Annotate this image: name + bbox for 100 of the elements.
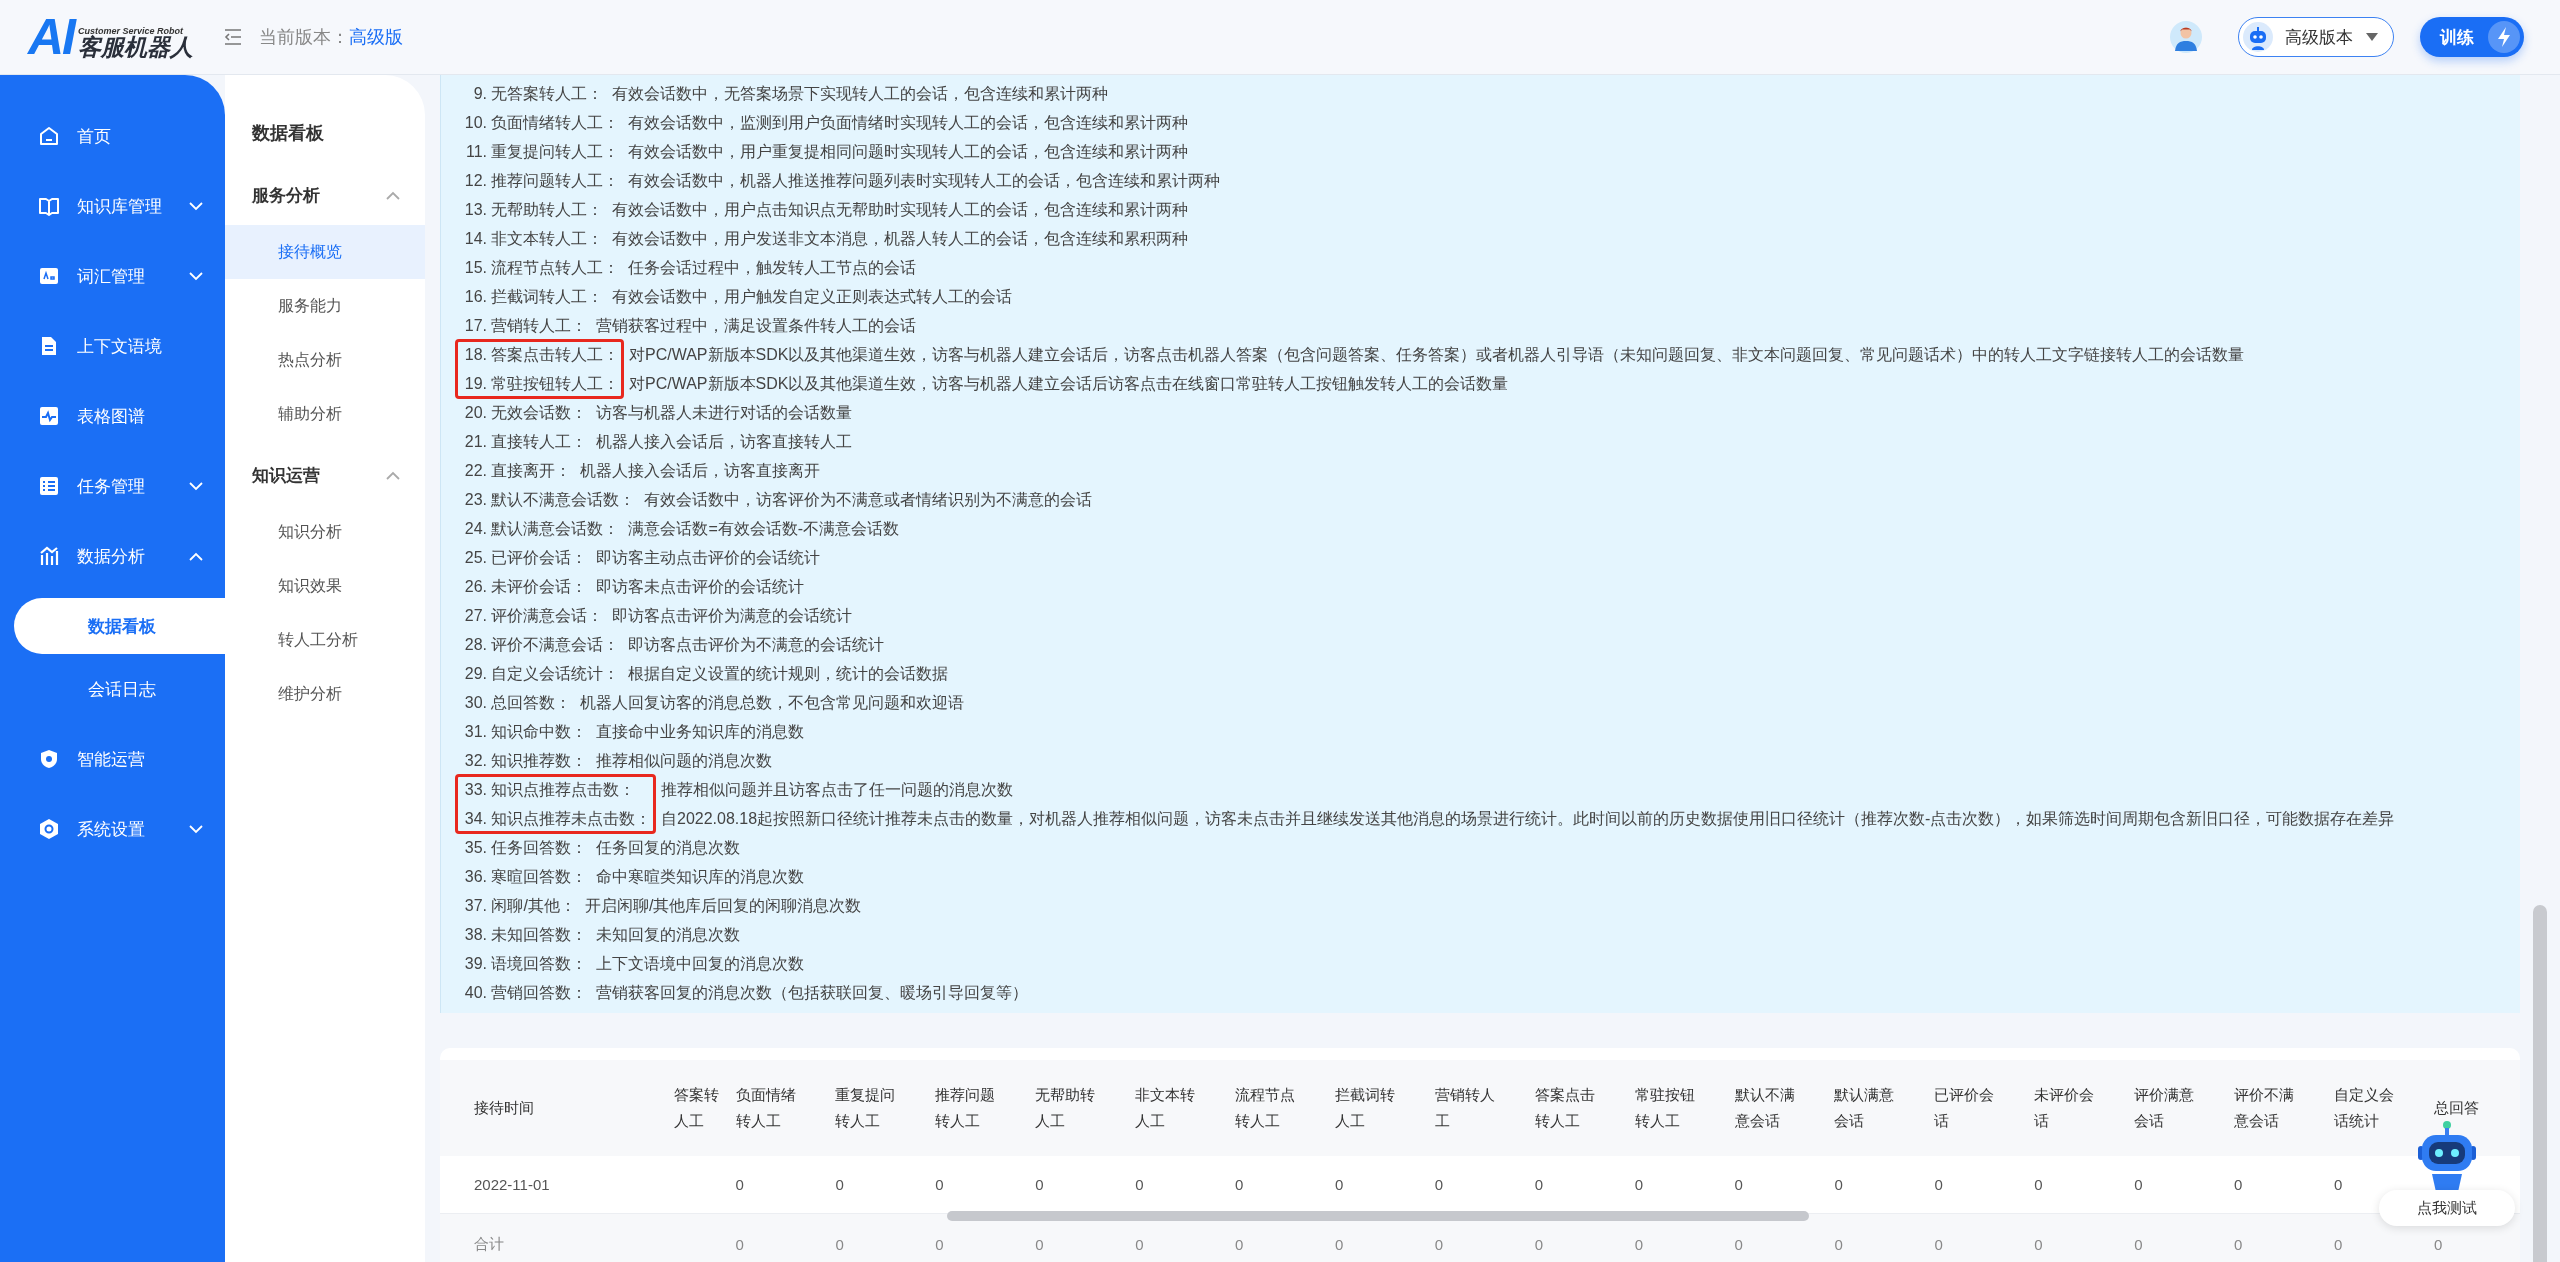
note-line: 20. 无效会话数： 访客与机器人未进行对话的会话数量 [463,403,854,423]
note-line: 38. 未知回答数： 未知回复的消息次数 [463,925,742,945]
table-cell: 0 [2020,1156,2121,1214]
column-header: 评价满意会话 [2134,1085,2195,1131]
note-line: 33. 知识点推荐点击数： 推荐相似问题并且访客点击了任一问题的消息次数 [463,780,1014,800]
column-header: 负面情绪转人工 [735,1085,796,1131]
note-line: 39. 语境回答数： 上下文语境中回复的消息次数 [463,954,806,974]
note-line: 18. 答案点击转人工： 对PC/WAP新版本SDK以及其他渠道生效，访客与机器人建立会话后，访客点击机器人答案（包含问题答案、任务答案）或者机器人引导语（未知问题回复、非文本问题回复、常见问题话术）中的转人工文字链接转人工的会话数量 [463,345,2246,365]
test-button[interactable]: 点我测试 [2379,1190,2515,1226]
table-cell: 0 [2020,1213,2121,1262]
nav-item[interactable]: 首页 [0,101,225,171]
collapse-menu-icon[interactable] [223,28,243,46]
bar-chart-icon [38,545,60,567]
nav-item[interactable]: 表格图谱 [0,381,225,451]
nav-subitem[interactable]: 数据看板 [14,598,225,654]
subnav-item[interactable]: 服务能力 [225,279,425,333]
column-header: 重复提问转人工 [835,1085,896,1131]
column-header: 推荐问题转人工 [935,1085,996,1131]
column-header: 接待时间 [440,1060,660,1156]
note-line: 24. 默认满意会话数： 满意会话数=有效会话数-不满意会话数 [463,519,901,539]
table-cell: 合计 [440,1213,660,1262]
note-line: 34. 知识点推荐未点击数： 自2022.08.18起按照新口径统计推荐未点击的数量，对机器人推荐相似问题，访客未点击并且继续发送其他消息的场景进行统计。此时间以前的历史数据使用旧口径统计（推荐次数-点击次数），如果筛选时间周期包含新旧口径，可能数据存在差异 [463,809,2396,829]
column-header: 未评价会话 [2034,1085,2095,1131]
home-icon [38,125,60,147]
settings-icon [38,818,60,840]
column-header: 流程节点转人工 [1235,1085,1296,1131]
column-header: 拦截词转人工 [1334,1085,1395,1131]
book-icon [38,195,60,217]
train-button[interactable]: 训练 [2420,17,2524,57]
table-cell: 0 [2220,1156,2320,1214]
caret-down-icon [2365,32,2379,42]
column-header: 已评价会话 [1934,1085,1995,1131]
note-line: 21. 直接转人工： 机器人接入会话后，访客直接转人工 [463,432,854,452]
subnav-group[interactable]: 知识运营 [225,455,425,495]
note-line: 14. 非文本转人工： 有效会话数中，用户发送非文本消息，机器人转人工的会话，包含连续和累积两种 [463,229,1190,249]
subnav-item[interactable]: 知识效果 [225,559,425,613]
subnav-item[interactable]: 维护分析 [225,667,425,721]
logo-name: 客服机器人 [78,36,193,59]
note-line: 27. 评价满意会话： 即访客点击评价为满意的会话统计 [463,606,854,626]
table-cell: 0 [1820,1156,1921,1214]
column-header: 自定义会话统计 [2334,1085,2394,1131]
note-line: 32. 知识推荐数： 推荐相似问题的消息次数 [463,751,774,771]
nav-item[interactable]: 系统设置 [0,794,225,864]
nav-item[interactable]: 任务管理 [0,451,225,521]
note-line: 15. 流程节点转人工： 任务会话过程中，触发转人工节点的会话 [463,258,918,278]
note-line: 19. 常驻按钮转人工： 对PC/WAP新版本SDK以及其他渠道生效，访客与机器人建立会话后访客点击在线窗口常驻转人工按钮触发转人工的会话数量 [463,374,1510,394]
table-cell: 0 [1920,1213,2021,1262]
scrollbar-thumb[interactable] [2533,905,2547,1262]
table-cell: 0 [721,1156,822,1214]
nav-item[interactable]: 智能运营 [0,724,225,794]
subnav-item[interactable]: 转人工分析 [225,613,425,667]
avatar-icon [2170,21,2202,53]
column-header: 答案转人工 [673,1085,719,1131]
horizontal-scrollbar[interactable] [947,1211,1809,1221]
nav-item[interactable]: 知识库管理 [0,171,225,241]
note-line: 17. 营销转人工： 营销获客过程中，满足设置条件转人工的会话 [463,316,918,336]
note-line: 12. 推荐问题转人工： 有效会话数中，机器人推送推荐问题列表时实现转人工的会话，包含连续和累计两种 [463,171,1222,191]
note-line: 29. 自定义会话统计： 根据自定义设置的统计规则，统计的会话数据 [463,664,950,684]
note-line: 36. 寒暄回答数： 命中寒暄类知识库的消息次数 [463,867,806,887]
column-header: 无帮助转人工 [1035,1085,1096,1131]
card-icon [38,265,60,287]
nav-item[interactable]: 词汇管理 [0,241,225,311]
table-cell: 0 [2120,1156,2221,1214]
table-cell: 0 [1920,1156,2021,1214]
column-header: 评价不满意会话 [2234,1085,2295,1131]
nav-subitem[interactable]: 会话日志 [14,661,225,717]
nav-item[interactable]: 数据分析 [0,521,225,591]
subnav-item[interactable]: 辅助分析 [225,387,425,441]
note-line: 40. 营销回答数： 营销获客回复的消息次数（包括获联回复、暖场引导回复等） [463,983,1030,1003]
table-cell: 0 [721,1213,822,1262]
note-line: 22. 直接离开： 机器人接入会话后，访客直接离开 [463,461,822,481]
subnav-item[interactable]: 热点分析 [225,333,425,387]
table-cell: 0 [821,1213,922,1262]
note-line: 37. 闲聊/其他： 开启闲聊/其他库后回复的闲聊消息次数 [463,896,863,916]
subnav-item[interactable]: 接待概览 [225,225,425,279]
table-cell: 0 [821,1156,922,1214]
note-line: 11. 重复提问转人工： 有效会话数中，用户重复提相同问题时实现转人工的会话，包含连续和累计两种 [464,142,1190,162]
note-line: 26. 未评价会话： 即访客未点击评价的会话统计 [463,577,806,597]
nav-item[interactable]: 上下文语境 [0,311,225,381]
note-line: 9. 无答案转人工： 有效会话数中，无答案场景下实现转人工的会话，包含连续和累计两种 [472,84,1110,104]
note-line: 25. 已评价会话： 即访客主动点击评价的会话统计 [463,548,822,568]
table-cell: 0 [2120,1213,2221,1262]
column-header: 默认满意会话 [1834,1085,1895,1131]
checklist-icon [38,475,60,497]
note-line: 16. 拦截词转人工： 有效会话数中，用户触发自定义正则表达式转人工的会话 [463,287,1014,307]
subnav-item[interactable]: 知识分析 [225,505,425,559]
column-header: 总回答 [2433,1098,2480,1118]
note-line: 31. 知识命中数： 直接命中业务知识库的消息数 [463,722,806,742]
column-header: 常驻按钮转人工 [1634,1085,1695,1131]
column-header: 答案点击转人工 [1534,1085,1595,1131]
subnav-group[interactable]: 服务分析 [225,175,425,215]
version-label: 当前版本： [259,26,349,49]
robot-icon [2243,22,2273,52]
logo-mark: AI [28,15,74,59]
column-header: 默认不满意会话 [1734,1085,1795,1131]
version-value: 高级版 [349,26,403,49]
note-line: 30. 总回答数： 机器人回复访客的消息总数，不包含常见问题和欢迎语 [463,693,966,713]
shield-icon [38,748,60,770]
lightning-icon [2488,21,2520,53]
version-select[interactable]: 高级版本 [2238,17,2394,57]
